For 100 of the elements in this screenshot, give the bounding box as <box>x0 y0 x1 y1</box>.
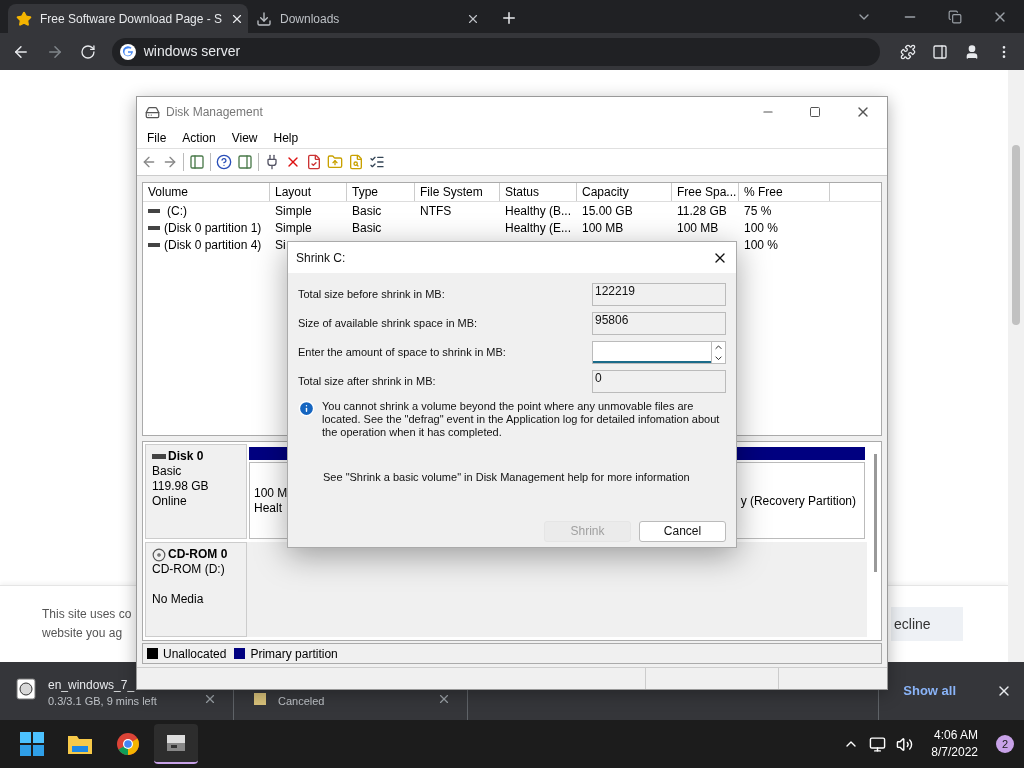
legend-label: Primary partition <box>250 645 338 663</box>
new-tab-icon[interactable] <box>500 9 518 27</box>
column-header[interactable]: Type <box>347 183 415 201</box>
menu-item[interactable]: View <box>231 128 258 147</box>
column-header[interactable]: % Free <box>739 183 830 201</box>
partition-text: Healt <box>254 500 283 516</box>
table-cell-text: Basic <box>352 219 382 237</box>
list-icon[interactable] <box>369 154 385 170</box>
forward-icon[interactable] <box>162 154 178 170</box>
maximize-icon[interactable] <box>809 106 821 118</box>
table-cell-text: (Disk 0 partition 1) <box>164 219 262 237</box>
volume-icon <box>148 225 160 230</box>
table-cell-text: 75 % <box>744 202 772 220</box>
column-header[interactable]: Status <box>500 183 577 201</box>
side-panel-icon[interactable] <box>932 43 948 60</box>
legend-label: Unallocated <box>163 645 227 663</box>
field-label: Size of available shrink space in MB: <box>298 316 479 332</box>
menu-item[interactable]: Help <box>273 128 299 147</box>
disk-management-button[interactable] <box>154 724 198 764</box>
volume-icon[interactable] <box>896 735 914 753</box>
download-status: 0.3/3.1 GB, 9 mins left <box>48 694 158 709</box>
column-header[interactable]: Capacity <box>577 183 672 201</box>
connect-icon[interactable] <box>264 154 280 170</box>
disk-app-icon <box>145 104 160 120</box>
folder-icon <box>67 733 93 755</box>
date-text: 8/7/2022 <box>931 744 978 761</box>
info-icon <box>298 400 315 417</box>
menu-item[interactable]: Action <box>182 128 216 147</box>
decline-button[interactable]: ecline <box>891 607 963 641</box>
address-text: windows server <box>143 42 241 61</box>
disk-info: CD-ROM (D:) <box>152 562 226 577</box>
table-cell-text: Healthy (B... <box>505 202 572 220</box>
table-cell-text: 100 % <box>744 236 779 254</box>
column-header[interactable]: Free Spa... <box>672 183 739 201</box>
disk-tool-icon <box>165 733 187 753</box>
cancel-button[interactable]: Cancel <box>639 520 726 542</box>
windows-logo-icon <box>20 732 44 756</box>
show-all-link[interactable]: Show all <box>903 681 956 701</box>
volume-icon <box>148 208 160 213</box>
table-cell-text: (Disk 0 partition 4) <box>164 236 262 254</box>
readonly-field: 0 <box>592 370 726 393</box>
notification-badge: 2 <box>996 735 1014 753</box>
help-icon[interactable] <box>216 154 232 170</box>
disk-name: Disk 0 <box>168 449 204 464</box>
field-label: Total size before shrink in MB: <box>298 287 446 303</box>
shrink-amount-field[interactable] <box>592 341 726 364</box>
column-header[interactable]: File System <box>415 183 500 201</box>
cookie-text: website you ag <box>42 625 124 642</box>
help-text: See "Shrink a basic volume" in Disk Management help for more information <box>322 470 691 485</box>
download-name: en_windows_7_ <box>48 678 135 692</box>
table-cell-text: 100 % <box>744 219 779 237</box>
console-tree-icon[interactable] <box>189 154 205 170</box>
readonly-field: 122219 <box>592 283 726 306</box>
extensions-icon[interactable] <box>900 43 916 60</box>
menu-item[interactable]: File <box>147 128 167 147</box>
window-title: Disk Management <box>166 104 263 121</box>
address-bar[interactable]: windows server <box>111 37 880 66</box>
partition-text: 100 M <box>254 485 289 501</box>
reload-icon[interactable] <box>79 43 96 60</box>
disc-file-icon <box>16 678 36 700</box>
profile-icon[interactable] <box>964 43 980 60</box>
google-icon <box>119 43 136 60</box>
disk-info: No Media <box>152 592 205 607</box>
column-header[interactable]: Volume <box>143 183 270 201</box>
table-cell-text: 15.00 GB <box>582 202 633 220</box>
column-header[interactable]: Layout <box>270 183 347 201</box>
browser-logo-icon <box>116 732 140 756</box>
download-icon <box>256 10 272 27</box>
file-icon <box>254 693 266 705</box>
table-cell-text: Simple <box>275 202 312 220</box>
table-cell-text: Simple <box>275 219 312 237</box>
table-cell-text: Si <box>275 236 286 254</box>
table-cell-text: NTFS <box>420 202 452 220</box>
readonly-field: 95806 <box>592 312 726 335</box>
table-cell-text: 100 MB <box>677 219 719 237</box>
restore-icon[interactable] <box>948 10 962 24</box>
disk-info: 119.98 GB <box>152 479 210 494</box>
time-text: 4:06 AM <box>933 727 978 744</box>
volume-icon <box>148 242 160 247</box>
clock[interactable]: 4:06 AM 8/7/2022 <box>923 727 986 761</box>
check-icon[interactable] <box>306 154 322 170</box>
table-cell-text: 11.28 GB <box>677 202 727 220</box>
table-cell-text: (C:) <box>166 202 187 220</box>
table-cell-text: 100 MB <box>582 219 624 237</box>
partition-text: y (Recovery Partition) <box>740 492 856 510</box>
cookie-text: This site uses co <box>42 606 132 623</box>
info-text: You cannot shrink a volume beyond the point where any unmovable files are located. See the "defrag" event in the Application log for detailed infomation about the operation when it has completed. <box>322 400 721 439</box>
table-cell-text: Healthy (E... <box>505 219 572 237</box>
disk-name: CD-ROM 0 <box>168 547 228 562</box>
star-icon <box>16 10 32 27</box>
network-icon[interactable] <box>869 735 887 753</box>
cd-drive-icon <box>152 547 166 562</box>
field-label: Total size after shrink in MB: <box>298 374 437 390</box>
browser-tab[interactable]: Free Software Download Page - S <box>8 4 248 33</box>
dialog-title: Shrink C: <box>296 249 346 267</box>
action-pane-icon[interactable] <box>237 154 253 170</box>
scrollbar[interactable] <box>1008 70 1024 662</box>
table-cell-text: Basic <box>352 202 382 220</box>
browser-tab[interactable]: Downloads <box>248 4 488 33</box>
field-label: Enter the amount of space to shrink in MB: <box>298 345 507 361</box>
